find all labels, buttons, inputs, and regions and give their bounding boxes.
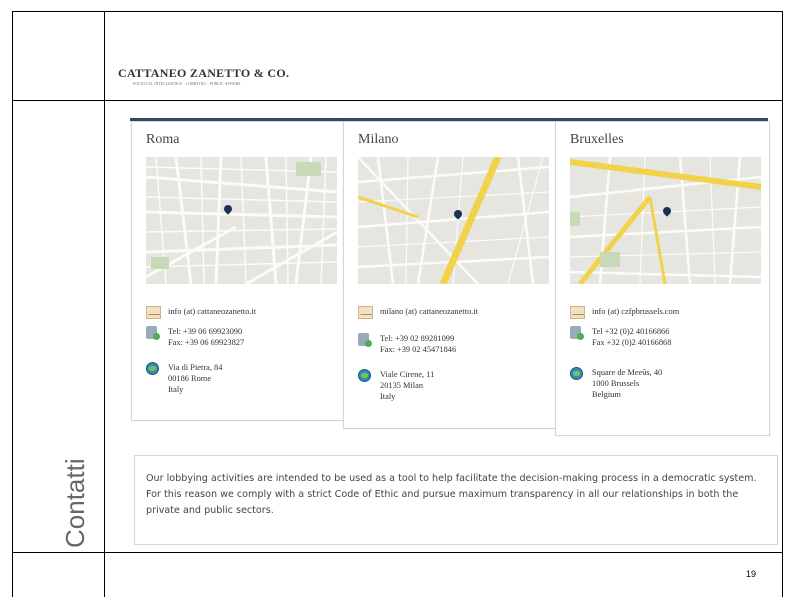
globe-icon (146, 362, 159, 375)
frame-divider-footer (12, 552, 783, 553)
address-line: Italy (168, 385, 184, 394)
fax-text: Fax: +39 02 45471846 (380, 345, 457, 354)
fax-text: Fax: +39 06 69923827 (168, 338, 245, 347)
page-number: 19 (746, 569, 757, 579)
office-city: Bruxelles (570, 132, 624, 147)
office-city: Roma (146, 132, 180, 147)
address-line: Square de Meeûs, 40 (592, 368, 663, 377)
statement-text: Our lobbying activities are intended to … (146, 473, 757, 516)
statement-box: Our lobbying activities are intended to … (134, 455, 778, 545)
email-text: info (at) cattaneozanetto.it (168, 307, 257, 316)
map-streets (358, 157, 549, 284)
email-text: milano (at) cattaneozanetto.it (380, 307, 478, 316)
globe-icon (358, 369, 371, 382)
brand-tagline: POLITICAL INTELLIGENCE - LOBBYING - PUBL… (133, 82, 241, 86)
office-city: Milano (358, 132, 399, 147)
email-text: info (at) czfpbrussels.com (592, 307, 680, 316)
phone-icon (146, 326, 160, 340)
address-line: 00186 Rome (168, 374, 212, 383)
map-streets (146, 157, 337, 284)
phone-icon (358, 333, 372, 347)
map-milano[interactable] (358, 157, 549, 284)
map-roma[interactable] (146, 157, 337, 284)
office-card-roma: Roma info (at) cattaneozanetto.it Tel: +… (131, 121, 344, 421)
address-line: Via di Pietra, 84 (168, 363, 223, 372)
frame-border-right (782, 11, 783, 597)
mail-icon (358, 306, 373, 319)
address-line: 20135 Milan (380, 381, 424, 390)
office-card-bruxelles: Bruxelles info (at) czfpbrussels.com Tel… (555, 121, 770, 436)
fax-text: Fax +32 (0)2 40166868 (592, 338, 672, 347)
address-line: 1000 Brussels (592, 379, 640, 388)
map-streets (570, 157, 761, 284)
map-bruxelles[interactable] (570, 157, 761, 284)
mail-icon (570, 306, 585, 319)
tel-text: Tel: +39 02 89281099 (380, 334, 455, 343)
frame-border-top (12, 11, 783, 12)
address-line: Viale Cirene, 11 (380, 370, 435, 379)
frame-border-left (12, 11, 13, 597)
brand-name: CATTANEO ZANETTO & CO. (118, 66, 290, 80)
tel-text: Tel: +39 06 69923090 (168, 327, 243, 336)
section-label: Contatti (60, 458, 90, 548)
frame-divider-header (12, 100, 783, 101)
frame-divider-vertical (104, 11, 105, 597)
globe-icon (570, 367, 583, 380)
office-card-milano: Milano milano (at) cattaneozanetto.it Te… (343, 121, 556, 429)
phone-icon (570, 326, 584, 340)
address-line: Italy (380, 392, 396, 401)
mail-icon (146, 306, 161, 319)
tel-text: Tel +32 (0)2 40166866 (592, 327, 670, 336)
address-line: Belgium (592, 390, 621, 399)
